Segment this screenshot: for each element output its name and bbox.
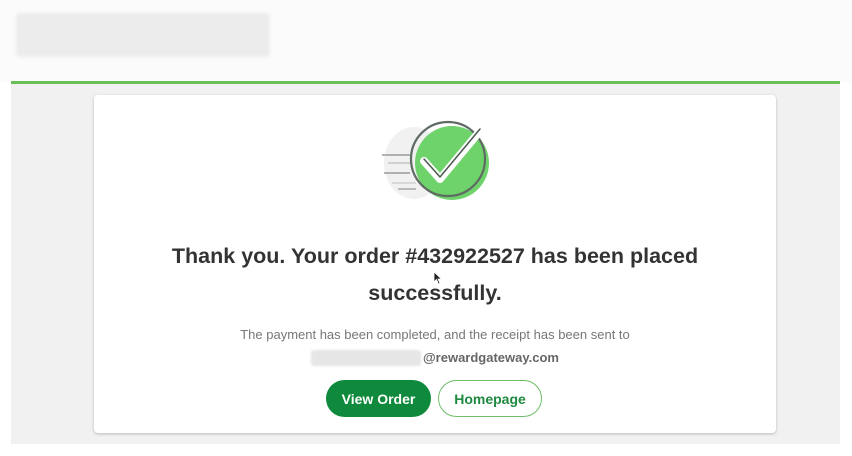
page: Thank you. Your order #432922527 has bee…: [0, 0, 852, 456]
homepage-button[interactable]: Homepage: [438, 380, 542, 417]
recipient-email: @rewardgateway.com: [311, 346, 559, 368]
action-buttons: View Order Homepage: [326, 380, 542, 417]
confirmation-card: Thank you. Your order #432922527 has bee…: [94, 95, 776, 433]
check-circle-icon: [382, 120, 489, 200]
redacted-logo: [16, 13, 270, 57]
confirmation-message: The payment has been completed, and the …: [134, 324, 736, 368]
redacted-email-user: [311, 349, 421, 366]
receipt-message-text: The payment has been completed, and the …: [240, 327, 630, 342]
mouse-pointer-icon: [433, 271, 443, 285]
email-domain: @rewardgateway.com: [423, 350, 559, 366]
header: [0, 0, 852, 82]
view-order-button[interactable]: View Order: [326, 380, 431, 417]
